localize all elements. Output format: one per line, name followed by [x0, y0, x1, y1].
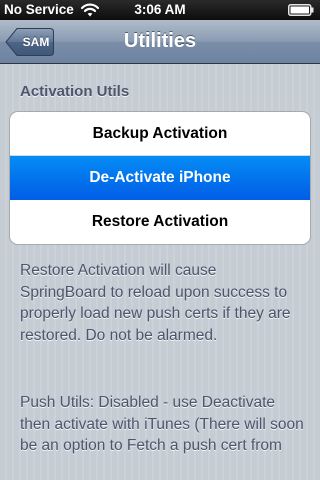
- backup-activation-button[interactable]: Backup Activation: [10, 112, 310, 156]
- status-time: 3:06 AM: [134, 2, 186, 17]
- restore-activation-button[interactable]: Restore Activation: [10, 200, 310, 244]
- back-button[interactable]: SAM: [5, 27, 55, 57]
- page-title: Utilities: [123, 30, 197, 52]
- activation-utils-footer: Restore Activation will cause SpringBoar…: [20, 262, 291, 344]
- push-utils-footer: Push Utils: Disabled - use Deactivate th…: [20, 394, 304, 454]
- section-header-activation-utils: Activation Utils: [20, 83, 130, 100]
- deactivate-iphone-button[interactable]: De-Activate iPhone: [10, 156, 310, 200]
- status-bar: No Service 3:06 AM: [0, 0, 320, 20]
- activation-utils-group: Backup Activation De-Activate iPhone Res…: [9, 111, 311, 245]
- back-button-label: SAM: [22, 35, 50, 49]
- battery-icon: [288, 4, 314, 16]
- settings-content[interactable]: Activation Utils Backup Activation De-Ac…: [0, 64, 320, 480]
- navigation-bar: SAM Utilities: [0, 20, 320, 64]
